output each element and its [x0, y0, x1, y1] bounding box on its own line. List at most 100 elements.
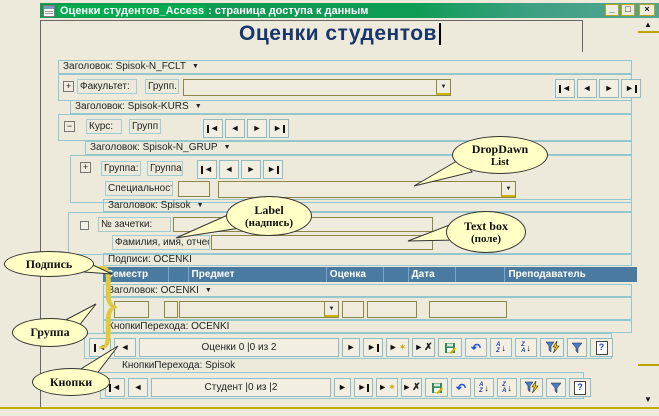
filter-toggle-button[interactable] — [567, 338, 587, 357]
kurs-label: Курс: — [86, 119, 122, 134]
column-spacer — [384, 267, 409, 282]
funnel-icon — [571, 342, 583, 354]
maximize-button[interactable]: □ — [621, 4, 635, 16]
section-dropdown-icon[interactable]: ▼ — [205, 285, 212, 297]
page-top-border — [40, 20, 582, 21]
sort-asc-icon: AZ — [479, 382, 483, 394]
next-record-button[interactable]: ► — [334, 378, 351, 397]
last-record-button[interactable]: ► — [269, 119, 289, 138]
band-row-fclt: + Факультет: Групп. ▼ ◄ ◄ ► ► — [58, 74, 632, 101]
fio-field[interactable] — [211, 235, 433, 250]
filter-by-selection-button[interactable] — [520, 378, 543, 397]
prev-record-button[interactable]: ◄ — [577, 79, 597, 98]
record-position-text[interactable]: Студент |0 из |2 — [151, 378, 331, 397]
filter-toggle-button[interactable] — [546, 378, 566, 397]
sort-descending-button[interactable]: ZA↓ — [515, 338, 537, 357]
group-brace: } — [94, 252, 123, 352]
sort-desc-icon: ZA — [502, 382, 506, 394]
callout-buttons: Кнопки — [32, 368, 110, 396]
band-header-nav-ocenki: КнопкиПерехода: OCENKI — [103, 320, 632, 333]
prev-record-button[interactable]: ◄ — [225, 119, 245, 138]
scroll-top-line — [638, 31, 659, 33]
last-record-button[interactable]: ► — [363, 338, 383, 357]
new-record-button[interactable]: ►✶ — [376, 378, 398, 397]
group-label-2: Группа_ — [147, 161, 183, 176]
combo-dropdown-icon[interactable]: ▼ — [324, 302, 338, 317]
band-header-spisok: Заголовок: Spisok ▼ — [103, 199, 632, 212]
expand-icon[interactable]: + — [63, 81, 74, 92]
filter-lightning-icon — [545, 341, 560, 354]
section-dropdown-icon[interactable]: ▼ — [224, 142, 231, 154]
title-bar: Оценки студентов_Access : страница досту… — [40, 3, 659, 18]
sort-descending-button[interactable]: ZA↓ — [497, 378, 517, 397]
group-label: Групп. — [145, 79, 179, 94]
next-record-button[interactable]: ► — [342, 338, 360, 357]
group-code-field[interactable] — [178, 181, 210, 197]
help-button[interactable]: ? — [590, 338, 613, 357]
ocenka-field[interactable] — [342, 301, 364, 318]
data-field[interactable] — [367, 301, 417, 318]
close-button[interactable]: × — [639, 4, 655, 16]
help-icon: ? — [574, 381, 586, 395]
next-record-button[interactable]: ► — [599, 79, 619, 98]
combo-dropdown-icon[interactable]: ▼ — [436, 80, 450, 95]
minimize-button[interactable]: _ — [605, 4, 619, 16]
prev-record-button[interactable]: ◄ — [128, 378, 148, 397]
delete-x-icon: ✗ — [424, 342, 432, 353]
window-title-selected: Оценки студентов_Access — [58, 5, 206, 17]
sort-ascending-button[interactable]: AZ↓ — [474, 378, 494, 397]
band-header-kurs: Заголовок: Spisok-KURS ▼ — [70, 100, 632, 114]
speciality-label: Специальность — [105, 181, 173, 196]
record-position-text[interactable]: Оценки 0 |0 из 2 — [139, 338, 339, 357]
small-field[interactable] — [164, 301, 178, 318]
nav-band-ocenki: ◄ ◄ Оценки 0 |0 из 2 ► ► ►✶ ►✗ ↶ AZ↓ ZA↓ — [84, 333, 612, 359]
first-record-button[interactable]: ◄ — [203, 119, 223, 138]
band-header-nav-spisok: КнопкиПерехода: Spisok — [118, 360, 584, 372]
prev-record-button[interactable]: ◄ — [219, 160, 239, 179]
band-rows-spisok: № зачетки: Фамилия, имя, отчество: — [68, 212, 632, 255]
section-dropdown-icon[interactable]: ▼ — [192, 61, 199, 73]
page-right-border-stub — [582, 20, 583, 52]
sort-ascending-button[interactable]: AZ↓ — [490, 338, 512, 357]
prepodavatel-field[interactable] — [429, 301, 507, 318]
next-record-button[interactable]: ► — [247, 119, 267, 138]
delete-record-button[interactable]: ►✗ — [401, 378, 422, 397]
record-checkbox[interactable] — [80, 221, 89, 230]
delete-record-button[interactable]: ►✗ — [412, 338, 435, 357]
faculty-combobox[interactable]: ▼ — [183, 79, 451, 96]
last-record-button[interactable]: ► — [354, 378, 373, 397]
callout-label: Label (надпись) — [226, 196, 312, 236]
fclt-record-nav: ◄ ◄ ► ► — [555, 79, 641, 98]
collapse-icon[interactable]: − — [64, 121, 75, 132]
undo-icon: ↶ — [471, 343, 481, 353]
column-header-row: Семестр Предмет Оценка Дата Преподавател… — [103, 267, 637, 282]
help-icon: ? — [596, 341, 608, 355]
page-title: Оценки студентов — [140, 22, 540, 52]
combo-dropdown-icon[interactable]: ▼ — [501, 182, 515, 197]
column-spacer — [169, 267, 188, 282]
undo-button[interactable]: ↶ — [451, 378, 471, 397]
first-record-button[interactable]: ◄ — [197, 160, 217, 179]
first-record-button[interactable]: ◄ — [555, 79, 575, 98]
window-title-rest: : страница доступа к данным — [206, 5, 370, 17]
save-record-button[interactable] — [438, 338, 462, 357]
help-button[interactable]: ? — [569, 378, 591, 397]
section-dropdown-icon[interactable]: ▼ — [195, 101, 202, 113]
filter-by-selection-button[interactable] — [540, 338, 564, 357]
column-prepodavatel: Преподаватель — [505, 267, 637, 282]
predmet-combobox[interactable]: ▼ — [179, 301, 339, 318]
text-cursor — [439, 23, 441, 45]
scroll-up-icon[interactable]: ▲ — [640, 20, 656, 30]
expand-icon[interactable]: + — [80, 162, 91, 173]
column-predmet: Предмет — [189, 267, 327, 282]
new-record-button[interactable]: ►✶ — [386, 338, 409, 357]
window-icon — [43, 5, 55, 17]
section-dropdown-icon[interactable]: ▼ — [197, 200, 204, 212]
last-record-button[interactable]: ► — [263, 160, 283, 179]
save-record-button[interactable] — [425, 378, 448, 397]
next-record-button[interactable]: ► — [241, 160, 261, 179]
undo-icon: ↶ — [456, 383, 466, 393]
scroll-down-icon[interactable]: ▼ — [640, 395, 656, 405]
undo-button[interactable]: ↶ — [465, 338, 487, 357]
last-record-button[interactable]: ► — [621, 79, 641, 98]
